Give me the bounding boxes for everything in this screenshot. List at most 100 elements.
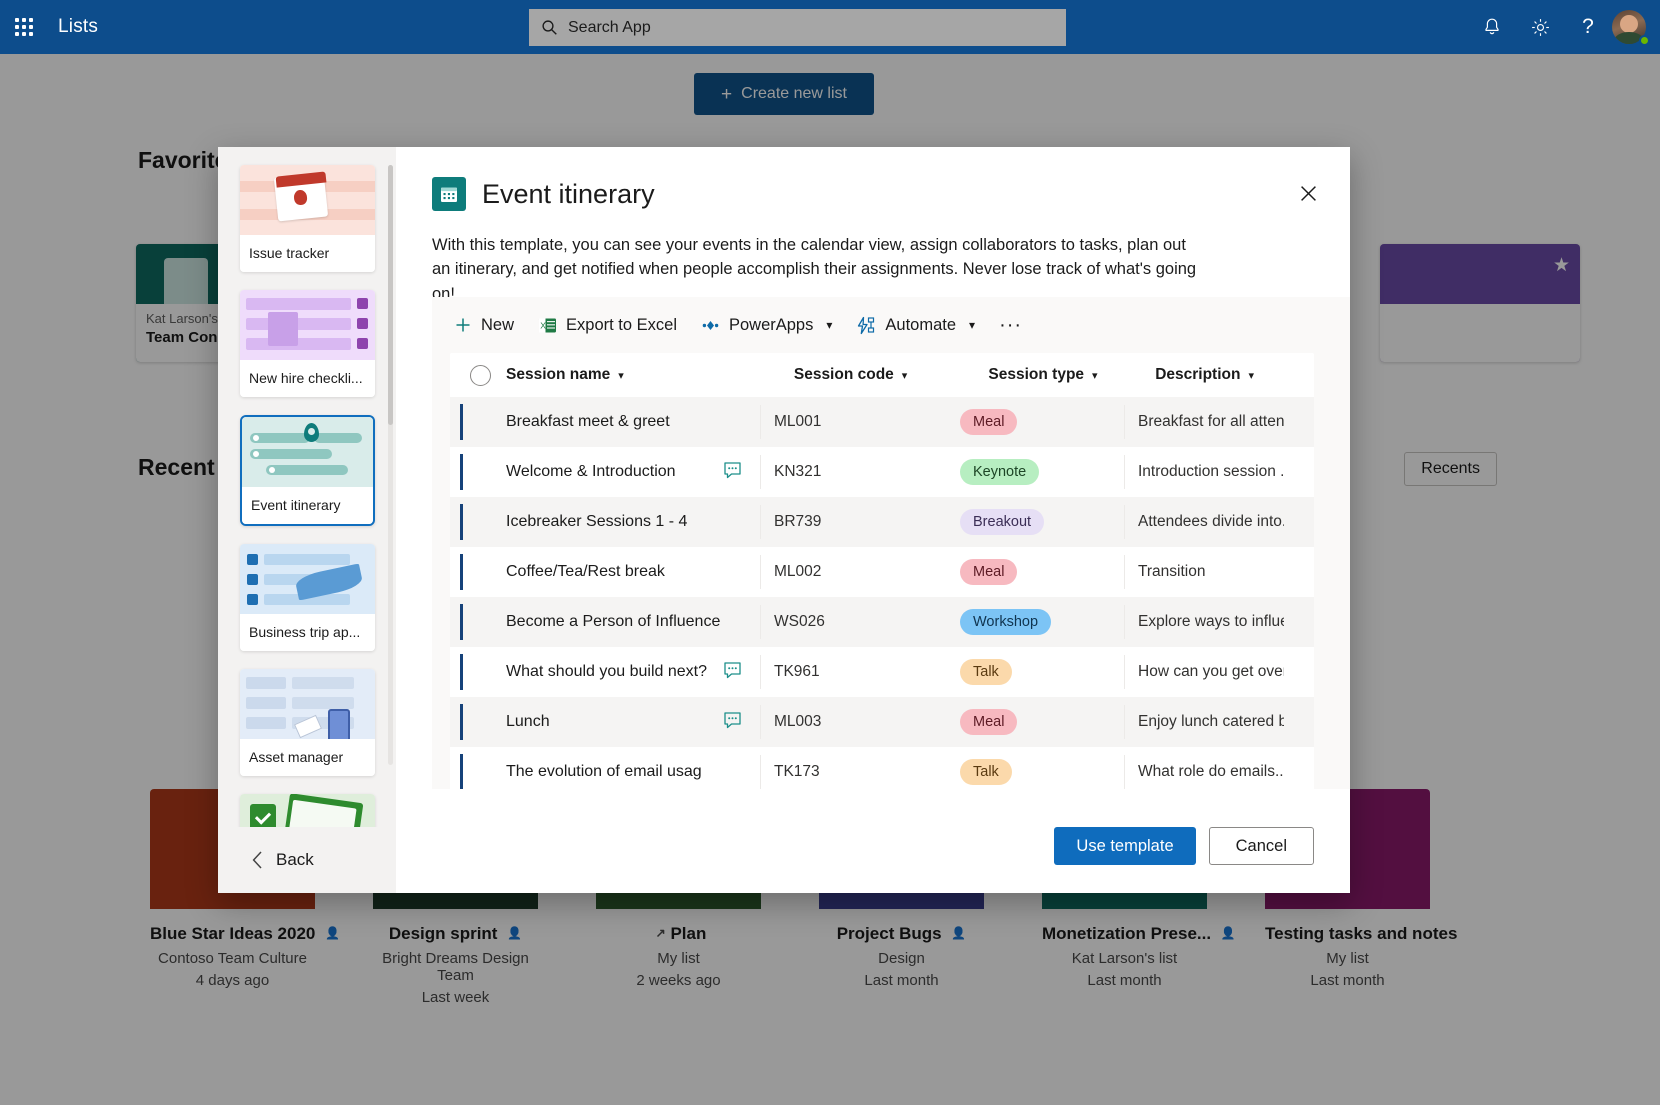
column-label: Description [1155, 366, 1241, 383]
session-name-text: Breakfast meet & greet [506, 413, 670, 430]
new-command[interactable]: New [454, 316, 514, 335]
notifications-button[interactable] [1468, 0, 1516, 54]
column-label: Session code [793, 366, 894, 383]
cell-session-type: Meal [956, 709, 1124, 735]
template-list: Issue tracker New hire checkli... Event … [218, 147, 396, 828]
settings-button[interactable] [1516, 0, 1564, 54]
cell-session-code: ML002 [760, 555, 956, 589]
chevron-down-icon: ▾ [1248, 369, 1254, 382]
note-icon-wrap[interactable] [723, 661, 742, 684]
chevron-down-icon: ▾ [618, 369, 624, 382]
search-box[interactable]: Search App [529, 9, 1066, 46]
cell-session-type: Meal [956, 559, 1124, 585]
template-card-new-hire-checklist[interactable]: New hire checkli... [240, 290, 375, 397]
template-art [240, 290, 375, 360]
template-card-asset-manager[interactable]: Asset manager [240, 669, 375, 776]
preview-command-bar: New X Export to Excel PowerApps ▾ Automa… [432, 297, 1350, 353]
suite-bar: Lists Search App ? [0, 0, 1660, 54]
dialog-title: Event itinerary [482, 178, 655, 209]
use-template-button[interactable]: Use template [1054, 827, 1196, 865]
session-name-text: Welcome & Introduction [506, 463, 676, 480]
status-badge: Meal [960, 559, 1018, 585]
more-commands-button[interactable]: ··· [999, 314, 1022, 337]
bell-icon [1485, 18, 1499, 34]
app-root: Lists Search App ? + Create new list Fav… [0, 0, 1660, 1105]
table-row[interactable]: What should you build next? TK961 Talk How … [450, 647, 1314, 697]
preview-table: Session name ▾ Session code ▾ Session ty… [450, 353, 1314, 789]
dialog-footer: Use template Cancel [1054, 827, 1314, 865]
table-row[interactable]: The evolution of email usag TK173 Talk What… [450, 747, 1314, 789]
cell-session-name: The evolution of email usag [470, 763, 760, 781]
svg-text:X: X [540, 320, 546, 330]
dialog-header: Event itinerary [432, 177, 1314, 211]
select-all-checkbox[interactable] [470, 364, 491, 386]
template-card-issue-tracker[interactable]: Issue tracker [240, 165, 375, 272]
search-input[interactable]: Search App [568, 19, 651, 37]
export-label: Export to Excel [566, 315, 677, 334]
export-to-excel-command[interactable]: X Export to Excel [538, 316, 677, 335]
template-label: New hire checkli... [240, 360, 375, 397]
cell-session-code: ML001 [760, 405, 956, 439]
column-header-description[interactable]: Description ▾ [1155, 366, 1314, 384]
column-header-session-name[interactable]: Session name ▾ [506, 366, 794, 384]
note-icon [724, 711, 741, 728]
automate-icon [858, 316, 875, 334]
template-label: Asset manager [240, 739, 375, 776]
waffle-icon [15, 18, 33, 36]
session-name-text: The evolution of email usag [506, 763, 702, 780]
help-button[interactable]: ? [1564, 0, 1612, 54]
template-card-business-trip-approval[interactable]: Business trip ap... [240, 544, 375, 651]
powerapps-command[interactable]: PowerApps ▾ [701, 316, 832, 335]
table-row[interactable]: Lunch ML003 Meal Enjoy lunch catered b... [450, 697, 1314, 747]
session-name-text: Icebreaker Sessions 1 - 4 [506, 513, 688, 530]
excel-icon: X [539, 318, 557, 332]
cell-description: Breakfast for all atten... [1124, 405, 1284, 439]
presence-indicator [1639, 35, 1650, 46]
powerapps-label: PowerApps [728, 315, 814, 334]
column-header-session-type[interactable]: Session type ▾ [988, 366, 1155, 384]
calendar-glyph [441, 187, 457, 202]
note-icon-wrap[interactable] [723, 711, 742, 734]
cancel-button[interactable]: Cancel [1208, 827, 1314, 865]
template-card-recruitment[interactable] [240, 794, 375, 828]
cell-session-code: TK961 [760, 655, 956, 689]
cell-session-type: Workshop [956, 609, 1124, 635]
cell-session-name: Welcome & Introduction [470, 461, 760, 484]
template-preview: New X Export to Excel PowerApps ▾ Automa… [432, 297, 1350, 789]
table-row[interactable]: Icebreaker Sessions 1 - 4 BR739 Breakout At… [450, 497, 1314, 547]
cell-session-name: Icebreaker Sessions 1 - 4 [470, 513, 760, 531]
automate-command[interactable]: Automate ▾ [856, 316, 975, 335]
template-art [240, 669, 375, 739]
column-header-session-code[interactable]: Session code ▾ [794, 366, 989, 384]
new-label: New [481, 315, 515, 334]
table-body: Breakfast meet & greet ML001 Meal Breakfast… [450, 397, 1314, 789]
gear-icon [1531, 18, 1549, 36]
table-row[interactable]: Become a Person of Influence WS026 Worksho… [450, 597, 1314, 647]
status-badge: Talk [960, 759, 1012, 785]
note-icon [724, 661, 741, 678]
app-launcher-button[interactable] [0, 0, 48, 54]
cell-session-type: Breakout [956, 509, 1124, 535]
app-name-lists[interactable]: Lists [58, 16, 98, 38]
chevron-down-icon: ▾ [1092, 369, 1098, 382]
close-button[interactable] [1292, 177, 1324, 209]
cell-description: Enjoy lunch catered b... [1124, 705, 1284, 739]
template-card-event-itinerary[interactable]: Event itinerary [240, 415, 375, 526]
chevron-down-icon: ▾ [826, 318, 833, 332]
status-badge: Meal [960, 709, 1018, 735]
table-row[interactable]: Welcome & Introduction KN321 Keynote Introd… [450, 447, 1314, 497]
plus-icon [456, 318, 470, 332]
template-label: Event itinerary [242, 487, 373, 524]
table-row[interactable]: Coffee/Tea/Rest break ML002 Meal Transition [450, 547, 1314, 597]
back-button[interactable]: Back [218, 827, 396, 893]
session-name-text: Lunch [506, 713, 550, 730]
status-badge: Meal [960, 409, 1018, 435]
powerapps-icon [702, 320, 719, 330]
cell-description: Explore ways to influe... [1124, 605, 1284, 639]
status-badge: Talk [960, 659, 1012, 685]
table-row[interactable]: Breakfast meet & greet ML001 Meal Breakfast… [450, 397, 1314, 447]
cell-description: Introduction session ... [1124, 455, 1284, 489]
note-icon-wrap[interactable] [723, 461, 742, 484]
template-scrollbar[interactable] [388, 165, 393, 425]
cell-session-name: Become a Person of Influence [470, 613, 760, 631]
